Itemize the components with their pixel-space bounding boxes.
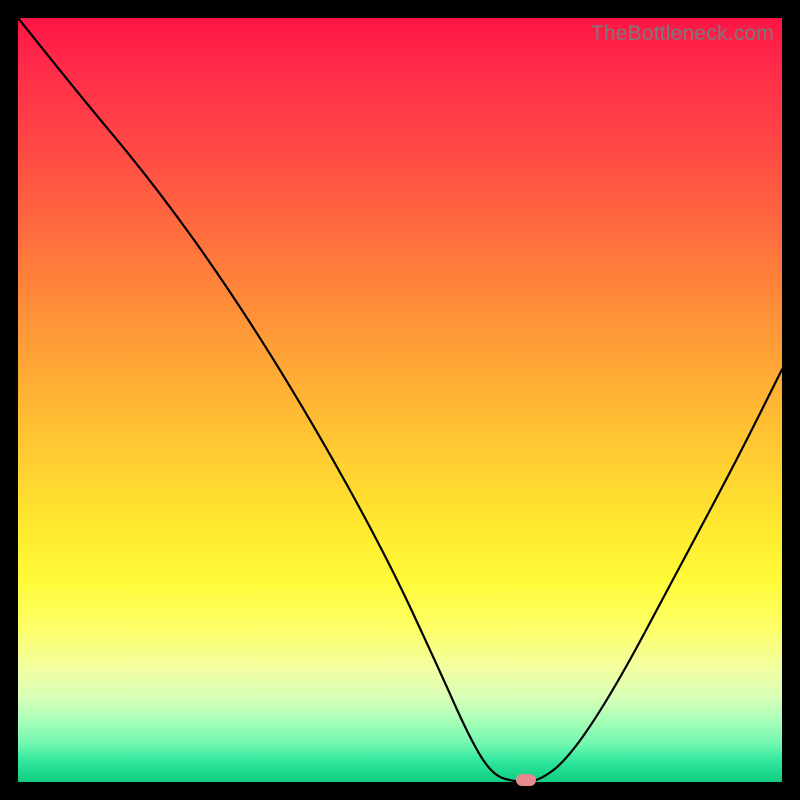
bottleneck-curve xyxy=(18,18,782,782)
chart-frame: TheBottleneck.com xyxy=(0,0,800,800)
chart-plot-area: TheBottleneck.com xyxy=(18,18,782,782)
optimum-marker xyxy=(516,774,536,786)
curve-path xyxy=(18,18,782,782)
